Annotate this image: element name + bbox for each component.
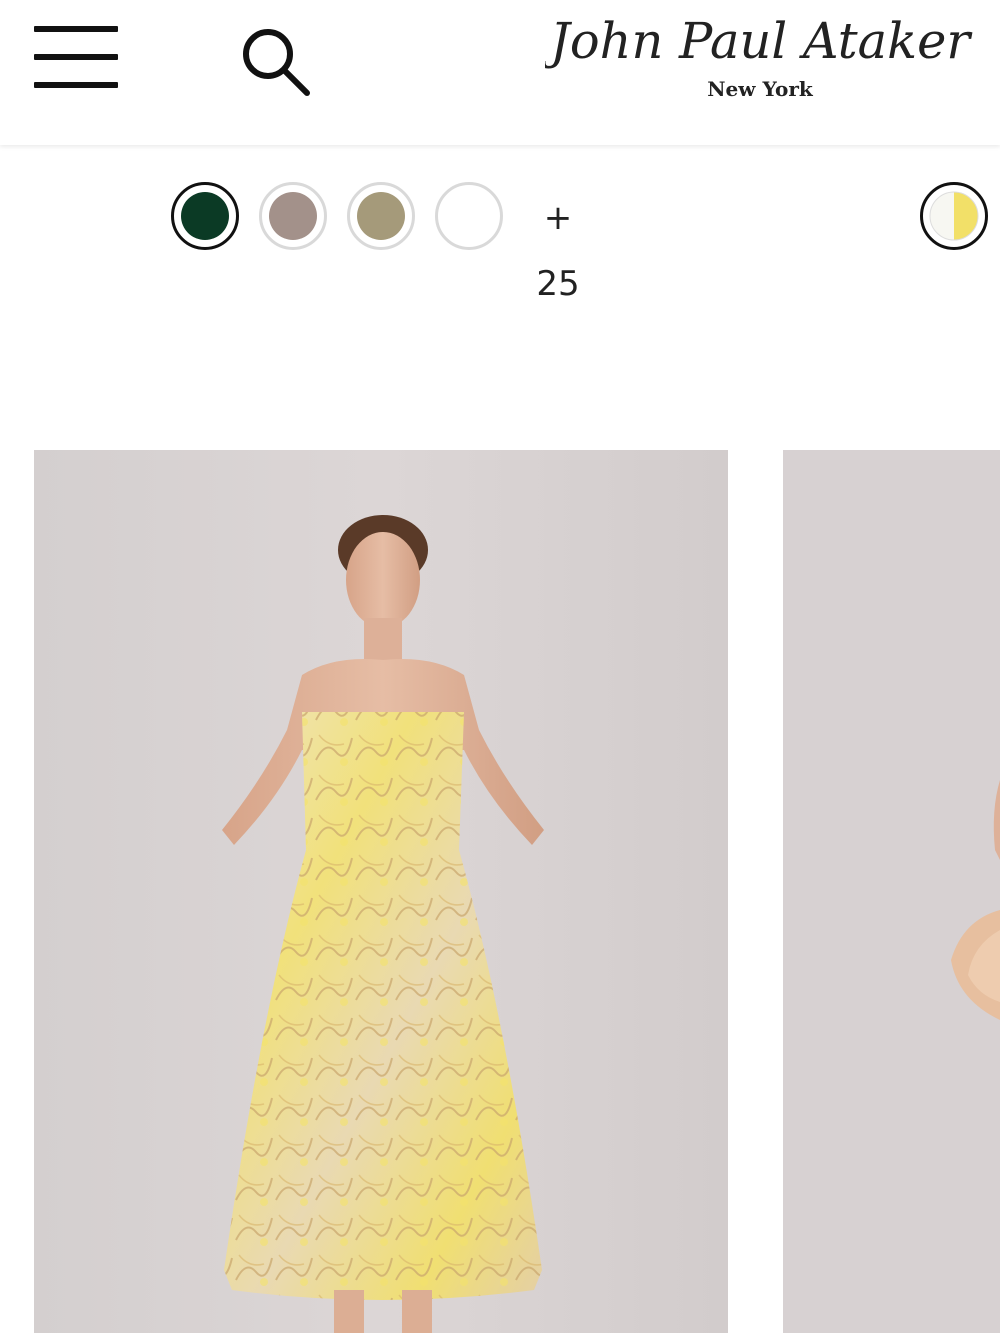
swatch-fill — [357, 192, 405, 240]
product-image-yellow-dress[interactable] — [34, 450, 728, 1333]
swatch-taupe[interactable] — [259, 182, 327, 250]
model-in-yellow-dress — [34, 450, 728, 1333]
brand-logo[interactable]: John Paul Ataker New York — [545, 10, 975, 110]
swatch-white[interactable] — [435, 182, 503, 250]
swatch-fill — [181, 192, 229, 240]
page: John Paul Ataker New York + 25 — [0, 0, 1000, 1333]
swatch-fill — [445, 192, 493, 240]
more-colors-count: 25 — [536, 264, 580, 304]
swatch-fill — [929, 191, 979, 241]
more-colors-link[interactable]: + 25 — [518, 200, 598, 302]
next-product-swatch[interactable] — [920, 182, 988, 250]
search-icon — [243, 29, 310, 96]
menu-button[interactable] — [32, 24, 120, 92]
product-image-peach-dress[interactable] — [783, 450, 1000, 1333]
swatch-khaki[interactable] — [347, 182, 415, 250]
swatch-dark-green[interactable] — [171, 182, 239, 250]
site-header: John Paul Ataker New York — [0, 0, 1000, 145]
color-swatch-row — [0, 145, 1000, 445]
logo-subtitle: New York — [707, 77, 814, 101]
search-button[interactable] — [236, 24, 316, 100]
model-in-peach-dress — [783, 450, 1000, 1333]
logo-script-text: John Paul Ataker — [545, 12, 973, 70]
more-colors-plus: + — [543, 198, 573, 238]
swatch-fill — [269, 192, 317, 240]
